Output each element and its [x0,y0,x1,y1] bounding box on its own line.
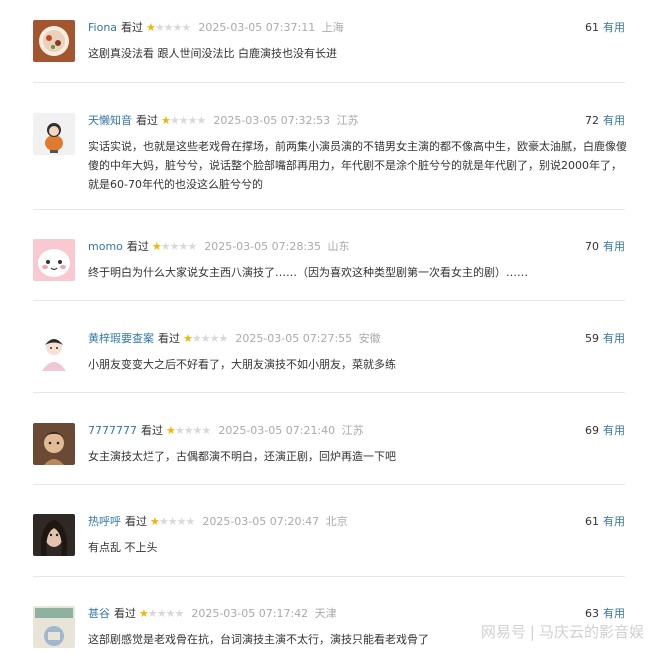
review-location: 山东 [327,240,350,253]
useful-button[interactable]: 有用 [603,240,625,253]
watermark: 网易号 | 马庆云的影音娱 [481,621,644,642]
rating-stars: ★★★★★ [166,424,211,437]
divider [33,82,625,83]
avatar[interactable] [33,239,75,281]
review-content: 终于明白为什么大家说女主西八演技了……（因为喜欢这种类型剧第一次看女主的剧）…… [88,266,528,279]
watched-label: 看过 [136,114,158,127]
avatar[interactable] [33,606,75,648]
review-location: 天津 [314,607,337,620]
username-link[interactable]: 黄梓瑕要查案 [88,332,154,345]
username-link[interactable]: 甚谷 [88,607,110,620]
watermark-author: 马庆云的影音娱 [538,623,644,641]
username-link[interactable]: 7777777 [88,424,137,437]
vote-box: 61 有用 [585,21,625,35]
username-link[interactable]: Fiona [88,21,117,34]
review-time: 2025-03-05 07:37:11 [198,21,316,34]
review-location: 江苏 [336,114,359,127]
watched-label: 看过 [114,607,136,620]
review-location: 上海 [321,21,344,34]
vote-box: 63 有用 [585,607,625,621]
vote-box: 59 有用 [585,332,625,346]
rating-stars: ★★★★★ [151,240,197,253]
review-time: 2025-03-05 07:32:53 [213,114,331,127]
review-time: 2025-03-05 07:17:42 [191,607,309,620]
username-link[interactable]: 热呼呼 [88,515,121,528]
watched-label: 看过 [158,332,180,345]
vote-count: 70 [585,240,599,253]
review-time: 2025-03-05 07:28:35 [204,240,322,253]
vote-box: 69 有用 [585,424,625,438]
username-link[interactable]: 天懒知音 [88,114,132,127]
rating-stars: ★★★★★ [150,515,195,528]
review-content: 有点乱 不上头 [88,541,158,554]
useful-button[interactable]: 有用 [603,114,625,127]
rating-stars: ★★★★★ [183,332,228,345]
avatar[interactable] [33,113,75,155]
review-content: 这剧真没法看 跟人世间没法比 白鹿演技也没有长进 [88,47,337,60]
review-content: 女主演技太烂了，古偶都演不明白，还演正剧，回炉再造一下吧 [88,450,396,463]
vote-count: 69 [585,424,599,437]
useful-button[interactable]: 有用 [603,424,625,437]
useful-button[interactable]: 有用 [603,332,625,345]
divider [33,392,625,393]
review-location: 江苏 [341,424,364,437]
useful-button[interactable]: 有用 [603,607,625,620]
avatar[interactable] [33,514,75,556]
useful-button[interactable]: 有用 [603,515,625,528]
review-time: 2025-03-05 07:21:40 [218,424,336,437]
review-content: 实话实说，也就是这些老戏骨在撑场，前两集小演员演的不错男女主演的都不像高中生，欧… [88,140,627,191]
username-link[interactable]: momo [88,240,123,253]
watched-label: 看过 [125,515,147,528]
vote-count: 63 [585,607,599,620]
avatar[interactable] [33,331,75,373]
vote-count: 61 [585,515,599,528]
review-content: 小朋友变变大之后不好看了，大朋友演技不如小朋友，菜就多练 [88,358,396,371]
useful-button[interactable]: 有用 [603,21,625,34]
divider [33,300,625,301]
watermark-separator: | [529,623,535,641]
divider [33,209,625,210]
review-meta: 甚谷 看过 ★★★★★ 2025-03-05 07:17:42 天津 [88,607,337,621]
vote-box: 70 有用 [585,240,625,254]
watched-label: 看过 [141,424,163,437]
watched-label: 看过 [126,240,149,253]
divider [33,484,625,485]
rating-stars: ★★★★★ [146,21,191,34]
review-meta: 黄梓瑕要查案 看过 ★★★★★ 2025-03-05 07:27:55 安徽 [88,332,381,346]
avatar[interactable] [33,20,75,62]
vote-box: 61 有用 [585,515,625,529]
review-meta: Fiona 看过 ★★★★★ 2025-03-05 07:37:11 上海 [88,21,344,35]
rating-stars: ★★★★★ [139,607,184,620]
avatar[interactable] [33,423,75,465]
rating-stars: ★★★★★ [161,114,206,127]
review-time: 2025-03-05 07:27:55 [235,332,353,345]
watched-label: 看过 [121,21,144,34]
review-meta: 7777777 看过 ★★★★★ 2025-03-05 07:21:40 江苏 [88,424,364,438]
vote-box: 72 有用 [585,114,625,128]
review-location: 北京 [325,515,348,528]
vote-count: 59 [585,332,599,345]
review-meta: momo 看过 ★★★★★ 2025-03-05 07:28:35 山东 [88,240,350,254]
watermark-brand: 网易号 [480,623,526,641]
vote-count: 72 [585,114,599,127]
review-meta: 热呼呼 看过 ★★★★★ 2025-03-05 07:20:47 北京 [88,515,348,529]
review-meta: 天懒知音 看过 ★★★★★ 2025-03-05 07:32:53 江苏 [88,114,359,128]
vote-count: 61 [585,21,599,34]
review-location: 安徽 [358,332,381,345]
divider [33,576,625,577]
review-time: 2025-03-05 07:20:47 [202,515,320,528]
